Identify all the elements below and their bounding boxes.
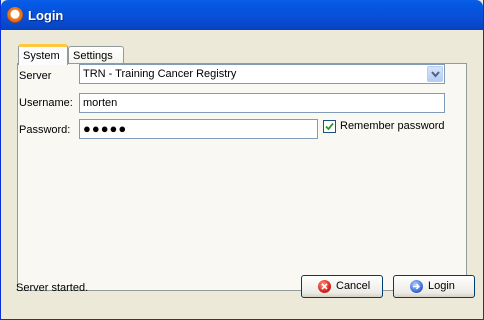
cancel-button-label: Cancel — [336, 280, 371, 292]
login-button-label: Login — [428, 280, 455, 292]
server-select[interactable]: TRN - Training Cancer Registry — [79, 64, 445, 84]
remember-password-label[interactable]: Remember password — [340, 120, 445, 132]
dropdown-button[interactable] — [427, 66, 443, 82]
username-value: morten — [83, 97, 118, 109]
dialog-body: System Settings Server TRN - Training Ca… — [5, 30, 479, 316]
server-label: Server — [19, 70, 52, 82]
password-label: Password: — [19, 124, 71, 136]
remember-password-checkbox[interactable] — [323, 120, 336, 133]
app-logo-icon — [7, 7, 23, 23]
window-title: Login — [28, 8, 64, 23]
tab-system[interactable]: System — [18, 44, 68, 65]
chevron-down-icon — [431, 71, 440, 78]
cancel-button[interactable]: Cancel — [301, 275, 383, 298]
login-arrow-icon — [410, 280, 423, 293]
status-text: Server started. — [16, 282, 89, 294]
server-selected-value: TRN - Training Cancer Registry — [83, 68, 237, 80]
checkmark-icon — [325, 122, 334, 131]
password-field[interactable]: ●●●●● — [79, 119, 318, 139]
title-bar[interactable]: Login — [1, 0, 483, 30]
password-value: ●●●●● — [83, 121, 128, 136]
login-window: Login System Settings Server TRN - Train… — [0, 0, 484, 320]
username-label: Username: — [19, 97, 73, 109]
cancel-icon — [318, 280, 331, 293]
tab-settings[interactable]: Settings — [68, 46, 124, 64]
login-button[interactable]: Login — [393, 275, 475, 298]
username-field[interactable]: morten — [79, 93, 445, 113]
